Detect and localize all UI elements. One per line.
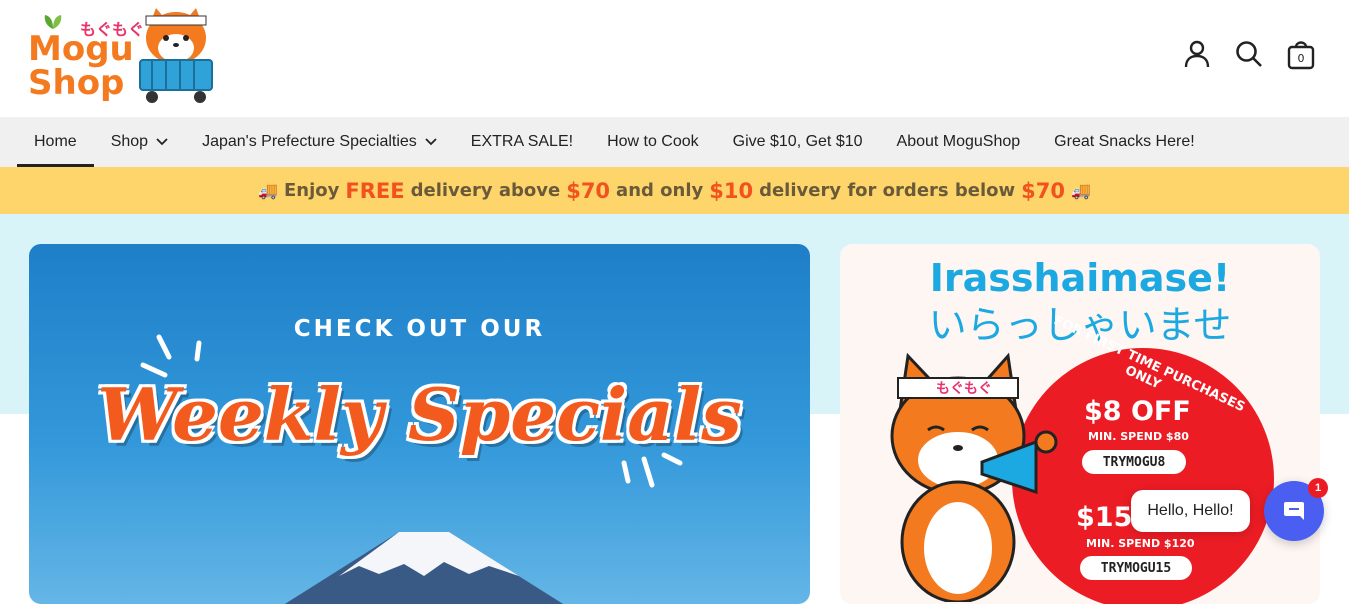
banner-free: FREE: [345, 178, 405, 203]
banner-text-3: and only: [616, 180, 704, 201]
mogushop-logo[interactable]: もぐもぐ Mogu Shop: [28, 8, 218, 108]
offer-8-min-spend: MIN. SPEND $80: [1088, 430, 1189, 443]
nav-item-label: Great Snacks Here!: [1054, 133, 1195, 150]
cart-icon[interactable]: 0: [1287, 38, 1315, 70]
logo-wordmark: Mogu Shop: [28, 32, 134, 100]
truck-icon: 🚚: [258, 181, 278, 200]
chat-notification-badge: 1: [1308, 478, 1328, 498]
banner-text-1: Enjoy: [284, 180, 340, 201]
account-icon[interactable]: [1183, 38, 1211, 70]
offer-15-off: $15: [1076, 502, 1133, 533]
search-icon[interactable]: [1235, 38, 1263, 70]
site-header: もぐもぐ Mogu Shop 0: [0, 0, 1349, 117]
nav-item-label: Give $10, Get $10: [732, 133, 863, 150]
weekly-kicker: CHECK OUT OUR: [293, 316, 546, 342]
header-actions: 0: [1183, 38, 1315, 70]
weekly-specials-headline: Weekly Specials: [97, 372, 742, 457]
chevron-down-icon: [156, 138, 168, 146]
nav-item-shop[interactable]: Shop: [94, 117, 185, 167]
banner-amount-2: $10: [709, 178, 754, 203]
first-purchase-promo[interactable]: Irasshaimase! いらっしゃいませ FOR FIRST TIME PU…: [840, 244, 1320, 604]
nav-item-great-snacks[interactable]: Great Snacks Here!: [1037, 117, 1212, 167]
truck-icon: 🚚: [1070, 181, 1091, 200]
shiba-cart-mascot-icon: [139, 8, 213, 103]
nav-item-about[interactable]: About MoguShop: [880, 117, 1038, 167]
leaf-icon: [44, 15, 62, 29]
nav-item-label: How to Cook: [607, 133, 699, 150]
promo-code-8: TRYMOGU8: [1082, 450, 1186, 474]
nav-item-label: About MoguShop: [896, 133, 1021, 150]
shiba-megaphone-mascot-icon: もぐもぐ: [890, 352, 1058, 602]
nav-item-label: Japan's Prefecture Specialties: [202, 133, 417, 150]
logo-line-1: Mogu: [28, 29, 134, 69]
weekly-specials-banner[interactable]: CHECK OUT OUR Weekly Specials: [29, 244, 810, 604]
cart-count: 0: [1297, 52, 1305, 65]
banner-amount-3: $70: [1021, 178, 1065, 203]
offer-8-off: $8 OFF: [1084, 396, 1191, 427]
logo-line-2: Shop: [28, 63, 125, 103]
nav-item-label: EXTRA SALE!: [470, 133, 574, 150]
nav-item-extra-sale[interactable]: EXTRA SALE!: [454, 117, 590, 167]
nav-item-label: Home: [34, 133, 77, 150]
chat-icon: [1284, 502, 1304, 520]
nav-item-label: Shop: [110, 133, 149, 150]
nav-item-how-to-cook[interactable]: How to Cook: [590, 117, 716, 167]
nav-item-prefecture-specialties[interactable]: Japan's Prefecture Specialties: [185, 117, 454, 167]
banner-text-2: delivery above: [410, 180, 561, 201]
banner-amount-1: $70: [566, 178, 611, 203]
promo-code-15: TRYMOGU15: [1080, 556, 1192, 580]
banner-text-4: delivery for orders below: [759, 180, 1016, 201]
main-navigation: Home Shop Japan's Prefecture Specialties…: [0, 117, 1349, 167]
chat-greeting-bubble[interactable]: Hello, Hello!: [1131, 490, 1250, 532]
nav-item-home[interactable]: Home: [17, 117, 94, 167]
chevron-down-icon: [425, 138, 437, 146]
mascot-headband-text: もぐもぐ: [936, 381, 992, 397]
nav-item-give-get[interactable]: Give $10, Get $10: [716, 117, 880, 167]
delivery-banner: 🚚 Enjoy FREE delivery above $70 and only…: [0, 167, 1349, 214]
offer-15-min-spend: MIN. SPEND $120: [1086, 537, 1195, 550]
